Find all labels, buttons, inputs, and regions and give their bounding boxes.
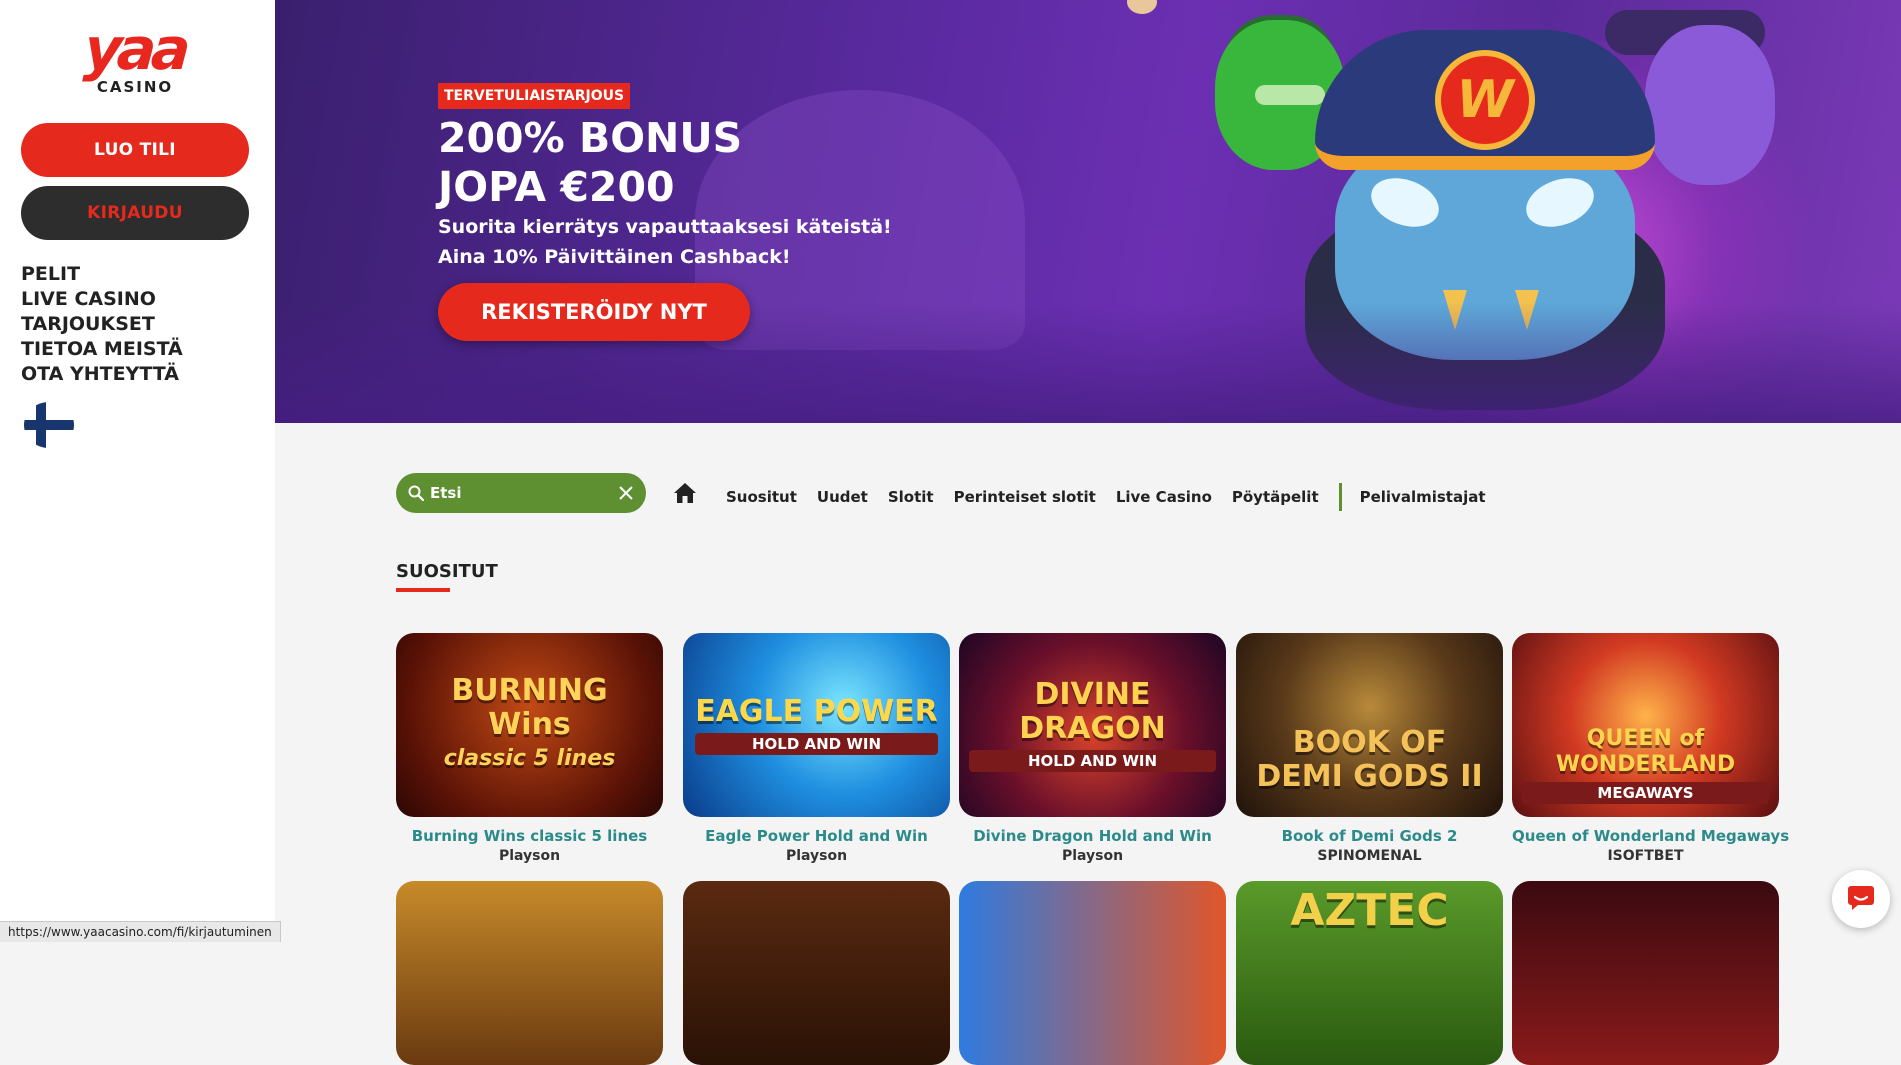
game-art-line-2: classic 5 lines: [443, 746, 616, 771]
search-icon: [406, 483, 426, 503]
game-title[interactable]: Book of Demi Gods 2: [1236, 827, 1503, 845]
tab-slotit[interactable]: Slotit: [888, 488, 934, 506]
sidebar-item-live-casino[interactable]: LIVE CASINO: [21, 287, 183, 312]
game-provider: Playson: [785, 848, 848, 864]
tab-suositut[interactable]: Suositut: [726, 488, 797, 506]
game-card[interactable]: QUEEN of WONDERLAND MEGAWAYS Queen of Wo…: [1512, 633, 1789, 864]
sidebar-item-tarjoukset[interactable]: TARJOUKSET: [21, 312, 183, 337]
game-card[interactable]: BURNING Wins classic 5 lines Burning Win…: [396, 633, 663, 864]
login-button[interactable]: KIRJAUDU: [21, 186, 249, 240]
game-card[interactable]: [1512, 881, 1779, 1065]
register-now-button[interactable]: REKISTERÖIDY NYT: [438, 283, 750, 341]
sidebar-item-tietoa-meista[interactable]: TIETOA MEISTÄ: [21, 337, 183, 362]
game-thumbnail[interactable]: BOOK OF DEMI GODS II: [1236, 633, 1503, 817]
game-art-text: EAGLE POWER HOLD AND WIN: [685, 695, 948, 755]
sidebar-item-ota-yhteytta[interactable]: OTA YHTEYTTÄ: [21, 362, 183, 387]
section-title: SUOSITUT: [396, 561, 498, 582]
chat-bubble-icon: [1846, 882, 1876, 916]
game-art-line-2: DEMI GODS II: [1256, 759, 1483, 794]
section-underline: [396, 588, 450, 592]
home-icon[interactable]: [673, 481, 697, 505]
game-card[interactable]: EAGLE POWER HOLD AND WIN Eagle Power Hol…: [683, 633, 950, 864]
game-card[interactable]: DIVINE DRAGON HOLD AND WIN Divine Dragon…: [959, 633, 1226, 864]
status-bar-url: https://www.yaacasino.com/fi/kirjautumin…: [0, 921, 281, 942]
game-thumbnail[interactable]: EAGLE POWER HOLD AND WIN: [683, 633, 950, 817]
promo-subtitle-line-1: Suorita kierrätys vapauttaaksesi käteist…: [438, 216, 892, 238]
game-title[interactable]: Queen of Wonderland Megaways: [1512, 827, 1789, 845]
tab-perinteiset-slotit[interactable]: Perinteiset slotit: [954, 488, 1096, 506]
promo-title: 200% BONUS JOPA €200: [438, 114, 1038, 212]
logo-wordmark: yaa: [82, 15, 188, 83]
tab-uudet[interactable]: Uudet: [817, 488, 868, 506]
promo-subtitle-line-2: Aina 10% Päivittäinen Cashback!: [438, 246, 791, 268]
game-provider: Playson: [498, 848, 561, 864]
search-box[interactable]: Etsi: [396, 473, 646, 513]
register-button[interactable]: LUO TILI: [21, 123, 249, 177]
game-thumbnail[interactable]: [959, 881, 1226, 1065]
promo-tag: TERVETULIAISTARJOUS: [438, 83, 631, 109]
game-art-line-2: HOLD AND WIN: [969, 750, 1216, 772]
game-provider: Playson: [1061, 848, 1124, 864]
game-thumbnail[interactable]: [683, 881, 950, 1065]
game-art-line-2: MEGAWAYS: [1522, 782, 1769, 804]
promo-title-line-1: 200% BONUS: [438, 114, 743, 162]
game-art-line-1: QUEEN of WONDERLAND: [1555, 726, 1736, 777]
promo-subtitle: Suorita kierrätys vapauttaaksesi käteist…: [438, 212, 1138, 272]
game-art-line-1: BOOK OF: [1292, 725, 1447, 760]
nav-divider: [1338, 483, 1342, 511]
w-badge-icon: W: [1435, 50, 1535, 150]
game-thumbnail[interactable]: [396, 881, 663, 1065]
hero-moon-art: [1127, 0, 1157, 14]
tab-poytapelit[interactable]: Pöytäpelit: [1232, 488, 1319, 506]
game-art-text: DIVINE DRAGON HOLD AND WIN: [959, 678, 1226, 772]
game-provider: ISOFTBET: [1607, 848, 1684, 864]
yaa-casino-logo[interactable]: yaa CASINO: [80, 15, 190, 108]
game-thumbnail[interactable]: BURNING Wins classic 5 lines: [396, 633, 663, 817]
game-art-line-1: DIVINE DRAGON: [1019, 677, 1166, 746]
game-art-line-2: HOLD AND WIN: [695, 733, 938, 755]
game-thumbnail[interactable]: AZTEC: [1236, 881, 1503, 1065]
game-card[interactable]: [683, 881, 950, 1065]
game-art-text: BURNING Wins classic 5 lines: [396, 674, 663, 776]
flag-cross-horizontal: [24, 420, 74, 430]
sidebar-item-pelit[interactable]: PELIT: [21, 262, 183, 287]
game-art-line-1: BURNING Wins: [451, 673, 608, 742]
search-input[interactable]: Etsi: [430, 484, 616, 502]
game-art-text: QUEEN of WONDERLAND MEGAWAYS: [1512, 646, 1779, 804]
game-thumbnail[interactable]: [1512, 881, 1779, 1065]
game-title[interactable]: Eagle Power Hold and Win: [683, 827, 950, 845]
game-card[interactable]: BOOK OF DEMI GODS II Book of Demi Gods 2…: [1236, 633, 1503, 864]
sidebar: yaa CASINO LUO TILI KIRJAUDU PELIT LIVE …: [0, 0, 275, 942]
tab-live-casino[interactable]: Live Casino: [1116, 488, 1212, 506]
chat-button[interactable]: [1832, 870, 1890, 928]
green-character-eyes-art: [1255, 85, 1325, 105]
tab-pelivalmistajat[interactable]: Pelivalmistajat: [1360, 488, 1486, 506]
game-card[interactable]: [959, 881, 1226, 1065]
game-title[interactable]: Burning Wins classic 5 lines: [396, 827, 663, 845]
game-art-text: AZTEC: [1290, 885, 1449, 936]
purple-character-art: [1645, 25, 1775, 185]
game-thumbnail[interactable]: QUEEN of WONDERLAND MEGAWAYS: [1512, 633, 1779, 817]
game-card[interactable]: AZTEC: [1236, 881, 1503, 1065]
promo-title-line-2: JOPA €200: [438, 163, 675, 211]
game-provider: SPINOMENAL: [1317, 848, 1422, 864]
category-nav: Suositut Uudet Slotit Perinteiset slotit…: [726, 483, 1506, 511]
game-thumbnail[interactable]: DIVINE DRAGON HOLD AND WIN: [959, 633, 1226, 817]
game-title[interactable]: Divine Dragon Hold and Win: [959, 827, 1226, 845]
game-art-text: BOOK OF DEMI GODS II: [1246, 656, 1492, 794]
close-icon[interactable]: [616, 483, 636, 503]
game-art-line-1: EAGLE POWER: [695, 694, 938, 729]
sidebar-nav: PELIT LIVE CASINO TARJOUKSET TIETOA MEIS…: [21, 262, 183, 387]
game-card[interactable]: [396, 881, 663, 1065]
finland-flag-icon[interactable]: [24, 402, 74, 448]
